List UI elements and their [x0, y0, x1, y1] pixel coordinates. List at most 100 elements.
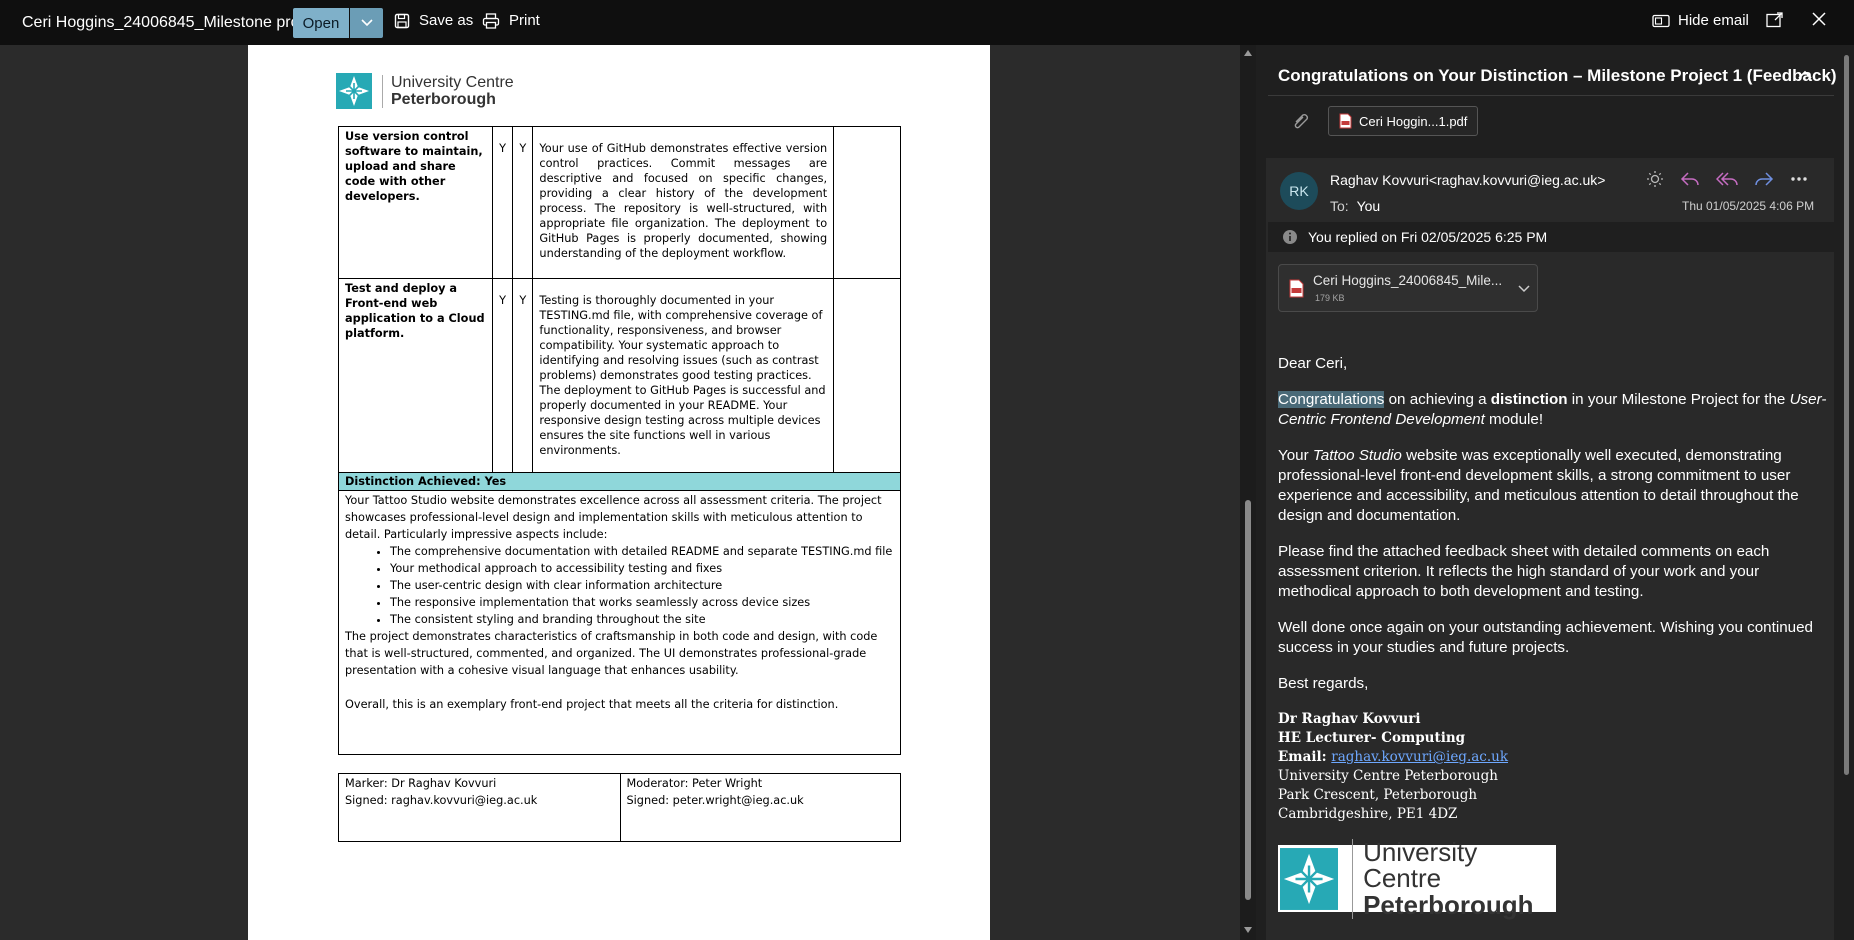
viewer-scrollbar[interactable] — [1240, 45, 1256, 940]
reply-icon[interactable] — [1680, 171, 1700, 187]
signature-name: Dr Raghav Kovvuri — [1278, 710, 1508, 729]
attachment-chip[interactable]: Ceri Hoggin...1.pdf — [1328, 106, 1479, 136]
collapse-button[interactable] — [1798, 66, 1812, 84]
body-bold: distinction — [1490, 391, 1568, 408]
save-as-button[interactable]: Save as — [394, 12, 473, 29]
signature-name-last: Kovvuri — [1362, 711, 1421, 727]
list-item: The user-centric design with clear infor… — [390, 577, 894, 594]
body-paragraph: Please find the attached feedback sheet … — [1278, 543, 1770, 600]
signature-logo-line2: Peterborough — [1363, 889, 1534, 920]
open-dropdown-button[interactable] — [350, 8, 383, 38]
attachment-chip-name: Ceri Hoggin...1.pdf — [1359, 113, 1468, 129]
scroll-down-arrow-icon[interactable] — [1244, 927, 1252, 933]
hide-email-button[interactable]: Hide email — [1652, 12, 1749, 29]
moderator-cell: Moderator: Peter Wright Signed: peter.wr… — [619, 774, 901, 841]
pop-out-button[interactable] — [1766, 12, 1784, 28]
criterion-met-cell: Y — [491, 126, 514, 279]
signature-email-link[interactable]: raghav.kovvuri@ieg.ac.uk — [1331, 749, 1508, 765]
forward-icon[interactable] — [1754, 171, 1774, 187]
pdf-file-icon — [1339, 113, 1352, 129]
marker-name: Marker: Dr Raghav Kovvuri — [345, 777, 497, 790]
chevron-up-icon — [1798, 70, 1812, 79]
body-paragraph: Congratulations on achieving a distincti… — [1278, 390, 1830, 430]
attachment-card[interactable]: Ceri Hoggins_24006845_Mile... 179 KB — [1278, 264, 1538, 312]
info-icon — [1283, 230, 1297, 244]
empty-cell — [833, 278, 901, 474]
signature-org: University Centre Peterborough — [1278, 768, 1498, 784]
signature-table: Marker: Dr Raghav Kovvuri Signed: raghav… — [338, 773, 901, 842]
signature-address-2: Cambridgeshire, PE1 4DZ — [1278, 806, 1458, 822]
sun-icon[interactable] — [1646, 170, 1664, 188]
email-subject: Congratulations on Your Distinction – Mi… — [1278, 66, 1837, 85]
body-italic: Tattoo Studio — [1312, 447, 1402, 464]
more-options-icon[interactable] — [1790, 176, 1808, 182]
empty-cell — [833, 126, 901, 279]
distinction-intro: Your Tattoo Studio website demonstrates … — [345, 494, 882, 541]
marker-signed: Signed: raghav.kovvuri@ieg.ac.uk — [345, 794, 538, 807]
attachment-size: 179 KB — [1315, 293, 1345, 303]
signature-logo: University Centre Peterborough — [1278, 838, 1556, 919]
list-item: Your methodical approach to accessibilit… — [390, 560, 894, 577]
reading-pane-scrollbar-thumb[interactable] — [1844, 55, 1849, 775]
avatar[interactable]: RK — [1280, 172, 1318, 210]
attachment-row: Ceri Hoggin...1.pdf — [1278, 106, 1479, 136]
distinction-summary: Overall, this is an exemplary front-end … — [345, 698, 839, 711]
signature-name-first: Dr Raghav — [1278, 711, 1363, 727]
body-paragraph: Well done once again on your outstanding… — [1278, 619, 1814, 656]
signature-email-line: Email: raghav.kovvuri@ieg.ac.uk — [1278, 748, 1508, 767]
divider — [1268, 95, 1834, 96]
criteria-table: Use version control software to maintain… — [338, 126, 901, 474]
pop-out-icon — [1766, 12, 1783, 28]
open-button[interactable]: Open — [293, 8, 349, 38]
document-logo: University Centre Peterborough — [336, 73, 514, 109]
reply-notice: You replied on Fri 02/05/2025 6:25 PM — [1268, 222, 1834, 252]
document-logo-text: University Centre Peterborough — [382, 73, 514, 108]
to-label: To: — [1330, 198, 1349, 214]
signature-address-1: Park Crescent, Peterborough — [1278, 787, 1478, 803]
to-value[interactable]: You — [1357, 198, 1381, 214]
print-label: Print — [509, 12, 540, 29]
moderator-signed: Signed: peter.wright@ieg.ac.uk — [626, 794, 804, 807]
distinction-paragraph: The project demonstrates characteristics… — [345, 630, 878, 677]
comment-cell: Testing is thoroughly documented in your… — [532, 278, 835, 474]
hide-email-label: Hide email — [1678, 12, 1749, 29]
signature-title: HE Lecturer- Computing — [1278, 730, 1466, 746]
body-text: Your — [1278, 447, 1313, 464]
attachment-name: Ceri Hoggins_24006845_Mile... — [1313, 273, 1503, 288]
email-signature: Dr Raghav Kovvuri HE Lecturer- Computing… — [1278, 710, 1508, 824]
reply-all-icon[interactable] — [1716, 171, 1738, 187]
chevron-down-icon[interactable] — [1518, 285, 1530, 293]
criterion-cell: Use version control software to maintain… — [338, 126, 493, 279]
body-text: in your Milestone Project for the — [1567, 391, 1790, 408]
print-button[interactable]: Print — [482, 12, 540, 29]
close-button[interactable] — [1812, 12, 1826, 26]
hide-email-icon — [1652, 14, 1670, 27]
sender[interactable]: Raghav Kovvuri<raghav.kovvuri@ieg.ac.uk> — [1330, 172, 1605, 188]
list-item: The consistent styling and branding thro… — [390, 611, 894, 628]
comment-cell: Your use of GitHub demonstrates effectiv… — [532, 126, 835, 279]
message-actions — [1646, 170, 1808, 188]
body-text: on achieving a — [1384, 391, 1491, 408]
signature-logo-line1: University Centre — [1363, 836, 1478, 893]
save-as-label: Save as — [419, 12, 474, 29]
email-body: Dear Ceri, Congratulations on achieving … — [1278, 354, 1830, 710]
reading-pane-scrollbar[interactable] — [1838, 45, 1854, 940]
viewer-scrollbar-thumb[interactable] — [1245, 500, 1251, 900]
table-row: Use version control software to maintain… — [338, 126, 901, 279]
criterion-met-cell: Y — [512, 278, 534, 474]
list-item: The comprehensive documentation with det… — [390, 543, 894, 560]
body-text: module! — [1484, 411, 1544, 428]
ucp-logo-icon — [1280, 847, 1339, 910]
criterion-met-cell: Y — [512, 126, 534, 279]
document-logo-line1: University Centre — [391, 73, 514, 91]
list-item: The responsive implementation that works… — [390, 594, 894, 611]
document-logo-line2: Peterborough — [391, 90, 496, 108]
paperclip-icon — [1294, 114, 1308, 129]
marker-cell: Marker: Dr Raghav Kovvuri Signed: raghav… — [339, 774, 620, 841]
print-icon — [482, 12, 500, 29]
ucp-logo-icon — [336, 73, 372, 109]
scroll-up-arrow-icon[interactable] — [1244, 50, 1252, 56]
moderator-name: Moderator: Peter Wright — [626, 777, 763, 790]
chevron-down-icon — [360, 19, 373, 27]
recipient-line: To: You — [1330, 198, 1380, 214]
